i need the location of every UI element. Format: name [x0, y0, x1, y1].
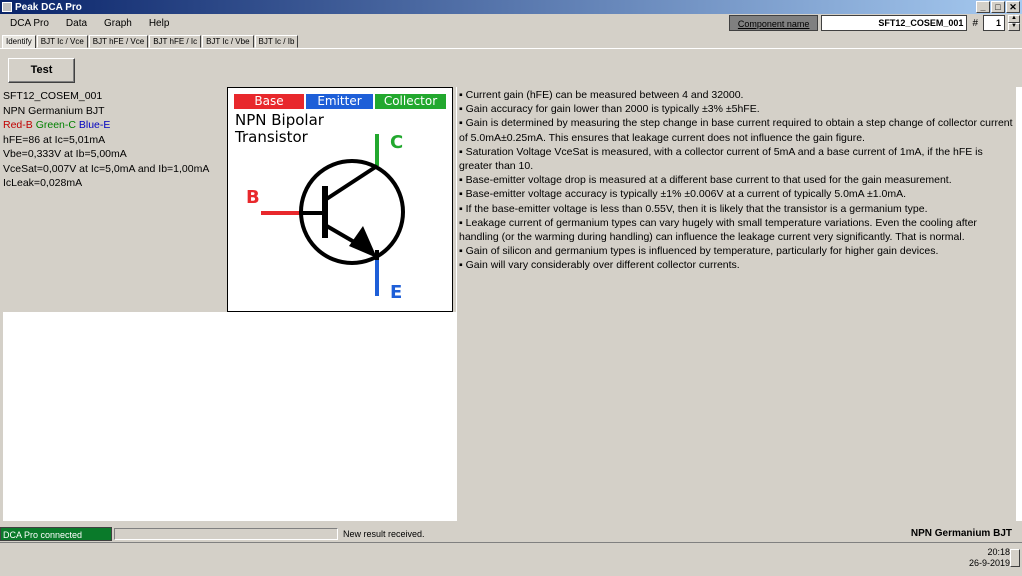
note-item: ▪ Gain accuracy for gain lower than 2000…	[459, 103, 760, 116]
result-vbe: Vbe=0,333V at Ib=5,00mA	[3, 148, 127, 160]
note-item: ▪ Gain is determined by measuring the st…	[459, 117, 1013, 144]
connection-status: DCA Pro connected	[0, 526, 112, 541]
tab-bjt-ic-vbe[interactable]: BJT Ic / Vbe	[202, 35, 254, 48]
pin-e-letter: E	[390, 282, 402, 303]
taskbar-clock[interactable]: 20:18 26-9-2019	[969, 547, 1010, 569]
component-name-bar: Component name SFT12_COSEM_001 # 1 ▲ ▼	[728, 15, 1020, 31]
tab-bjt-ic-ib[interactable]: BJT Ic / Ib	[254, 35, 299, 48]
status-bar: DCA Pro connected New result received. N…	[0, 526, 1022, 541]
tab-identify[interactable]: Identify	[2, 35, 36, 49]
emitter-arrow-icon	[349, 226, 377, 258]
note-item: ▪ Current gain (hFE) can be measured bet…	[459, 89, 744, 101]
menu-data[interactable]: Data	[56, 16, 94, 32]
result-component-name: SFT12_COSEM_001	[3, 90, 103, 102]
show-desktop-button[interactable]	[1010, 549, 1020, 567]
identify-results: SFT12_COSEM_001 NPN Germanium BJT Red-B …	[3, 89, 225, 191]
maximize-button[interactable]: □	[991, 1, 1005, 13]
close-button[interactable]: ✕	[1006, 1, 1020, 13]
menu-bar: DCA Pro Data Graph Help	[0, 16, 176, 32]
tab-bjt-hfe-vce[interactable]: BJT hFE / Vce	[88, 35, 149, 48]
status-divider	[0, 542, 1022, 543]
number-spinner[interactable]: ▲ ▼	[1008, 15, 1020, 31]
component-name-label: Component name	[728, 15, 819, 31]
number-label: #	[972, 17, 978, 29]
minimize-button[interactable]: _	[976, 1, 990, 13]
app-icon	[2, 2, 12, 12]
npn-transistor-symbol: C B E	[246, 132, 405, 303]
menu-graph[interactable]: Graph	[94, 16, 139, 32]
component-number-input[interactable]: 1	[983, 15, 1005, 31]
notes-scrollbar[interactable]	[1016, 87, 1022, 521]
pin-emitter-label: Blue-E	[78, 119, 111, 131]
clock-date: 26-9-2019	[968, 558, 1010, 568]
spin-up-icon[interactable]: ▲	[1008, 15, 1020, 23]
pin-b-letter: B	[246, 187, 260, 208]
result-graph-panel	[3, 312, 457, 521]
tab-bjt-hfe-ic[interactable]: BJT hFE / Ic	[149, 35, 202, 48]
collector-wire	[323, 164, 379, 202]
clock-time: 20:18	[987, 547, 1010, 557]
component-name-input[interactable]: SFT12_COSEM_001	[821, 15, 968, 31]
note-item: ▪ Gain will vary considerably over diffe…	[459, 259, 740, 272]
result-pinout: Red-B Green-C Blue-E	[3, 118, 225, 133]
measurement-notes: ▪ Current gain (hFE) can be measured bet…	[456, 87, 1016, 521]
status-component-type: NPN Germanium BJT	[910, 528, 1012, 539]
title-bar: Peak DCA Pro _ □ ✕	[0, 0, 1022, 14]
menu-dca-pro[interactable]: DCA Pro	[0, 16, 56, 32]
result-vcesat: VceSat=0,007V at Ic=5,0mA and Ib=1,00mA	[3, 162, 210, 175]
tab-divider	[0, 48, 1022, 49]
menu-help[interactable]: Help	[139, 16, 177, 32]
pin-c-letter: C	[390, 132, 403, 153]
note-item: ▪ Base-emitter voltage drop is measured …	[459, 174, 952, 187]
result-icleak: IcLeak=0,028mA	[3, 177, 83, 189]
tab-strip: Identify BJT Ic / Vce BJT hFE / Vce BJT …	[2, 35, 299, 49]
note-item: ▪ Gain of silicon and germanium types is…	[459, 245, 939, 258]
window-title: Peak DCA Pro	[15, 1, 82, 13]
result-hfe: hFE=86 at Ic=5,01mA	[3, 133, 106, 146]
note-item: ▪ Base-emitter voltage accuracy is typic…	[459, 188, 907, 201]
status-message: New result received.	[343, 528, 425, 539]
transistor-diagram: Base Emitter Collector NPN Bipolar Trans…	[227, 87, 453, 312]
pin-base-label: Red-B	[3, 119, 33, 131]
note-item: ▪ Leakage current of germanium types can…	[459, 216, 977, 244]
progress-bar	[114, 527, 338, 540]
note-item: ▪ Saturation Voltage VceSat is measured,…	[459, 145, 983, 173]
window-controls: _ □ ✕	[976, 1, 1020, 13]
spin-down-icon[interactable]: ▼	[1008, 23, 1020, 31]
tab-bjt-ic-vce[interactable]: BJT Ic / Vce	[36, 35, 88, 48]
pin-collector-label: Green-C	[35, 119, 76, 131]
test-button[interactable]: Test	[8, 58, 75, 83]
result-component-type: NPN Germanium BJT	[3, 104, 105, 117]
note-item: ▪ If the base-emitter voltage is less th…	[459, 202, 928, 215]
